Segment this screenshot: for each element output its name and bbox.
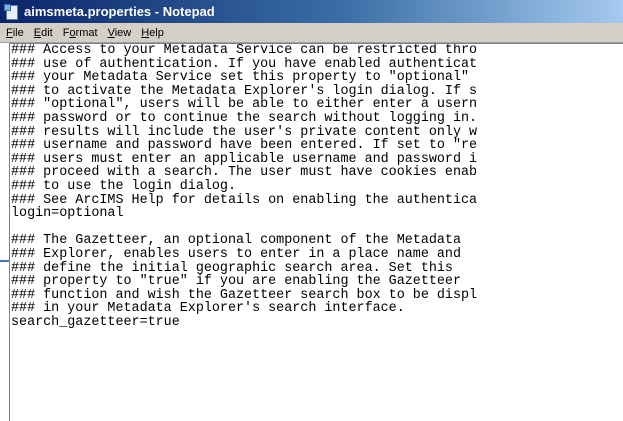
editor-line: ### Explorer, enables users to enter in … [11, 246, 461, 262]
menu-bar: File Edit Format View Help [0, 23, 623, 43]
editor-line: ### define the initial geographic search… [11, 260, 453, 276]
editor-line: ### proceed with a search. The user must… [11, 165, 478, 181]
menu-view-accel: V [107, 26, 115, 39]
text-editor[interactable]: ### Access to your Metadata Service can … [9, 43, 623, 421]
editor-line: ### "optional", users will be able to ei… [11, 97, 478, 113]
menu-format[interactable]: Format [63, 27, 98, 39]
menu-file[interactable]: File [6, 27, 24, 39]
editor-line: ### username and password have been ente… [11, 138, 478, 154]
editor-line: ### your Metadata Service set this prope… [11, 70, 478, 86]
window-left-margin [0, 43, 9, 420]
editor-line: ### to activate the Metadata Explorer's … [11, 83, 478, 99]
title-bar[interactable]: aimsmeta.properties - Notepad [0, 0, 623, 23]
menu-view-rest: iew [114, 26, 132, 39]
menu-help-rest: elp [149, 26, 164, 39]
menu-file-accel: F [6, 26, 13, 39]
editor-line: search_gazetteer=true [11, 314, 180, 330]
menu-edit[interactable]: Edit [34, 27, 53, 39]
editor-line: login=optional [11, 206, 124, 222]
menu-edit-accel: E [33, 26, 42, 39]
menu-help[interactable]: Help [141, 27, 164, 39]
editor-line: ### results will include the user's priv… [11, 124, 478, 140]
editor-line: ### in your Metadata Explorer's search i… [11, 301, 405, 317]
window-title: aimsmeta.properties - Notepad [24, 4, 215, 19]
menu-file-rest: ile [12, 26, 24, 39]
editor-line: ### property to "true" if you are enabli… [11, 274, 461, 290]
editor-line: ### Access to your Metadata Service can … [11, 43, 478, 58]
menu-view[interactable]: View [108, 27, 132, 39]
editor-line: ### to use the login dialog. [11, 178, 236, 194]
menu-format-rest: rmat [75, 26, 98, 39]
menu-edit-rest: dit [41, 26, 53, 39]
editor-line: ### use of authentication. If you have e… [11, 56, 478, 72]
menu-help-accel: H [141, 26, 150, 39]
editor-line: ### password or to continue the search w… [11, 110, 478, 126]
editor-line: ### The Gazetteer, an optional component… [11, 233, 461, 249]
editor-line: ### See ArcIMS Help for details on enabl… [11, 192, 478, 208]
editor-line: ### users must enter an applicable usern… [11, 151, 478, 167]
editor-line: ### function and wish the Gazetteer sear… [11, 287, 478, 303]
notepad-icon[interactable] [4, 3, 18, 20]
